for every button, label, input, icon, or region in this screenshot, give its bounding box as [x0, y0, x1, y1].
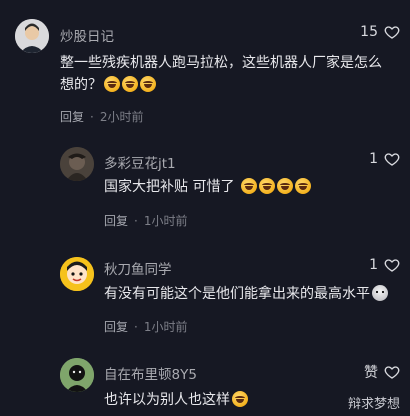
comment-item: 炒股日记 15 整一些残疾机器人跑马拉松，这些机器人厂家是怎么想的？ 回复 · 2小…: [0, 0, 410, 130]
avatar[interactable]: [60, 257, 94, 291]
comment-time: 2小时前: [99, 110, 144, 124]
comment-meta: 回复 · 1小时前: [104, 212, 187, 229]
like-count: 15: [360, 24, 378, 40]
heart-icon: [384, 26, 400, 39]
separator-dot: ·: [134, 214, 138, 228]
heart-icon: [384, 366, 400, 379]
reply-comment-item: 秋刀鱼同学 1 有没有可能这个是他们能拿出来的最高水平 回复 · 1小时前: [0, 250, 410, 350]
laugh-emoji-icon: [232, 391, 248, 407]
laugh-emoji-icon: [122, 76, 138, 92]
laugh-emoji-icon: [258, 178, 275, 194]
heart-icon: [384, 153, 400, 166]
reply-button[interactable]: 回复: [104, 214, 128, 228]
like-button[interactable]: 1: [369, 257, 400, 273]
like-count: 1: [369, 257, 378, 273]
laugh-emoji-icon: [140, 76, 156, 92]
reply-button[interactable]: 回复: [60, 110, 84, 124]
like-button[interactable]: 15: [360, 24, 400, 40]
like-count: 1: [369, 151, 378, 167]
avatar[interactable]: [60, 147, 94, 181]
reply-button[interactable]: 回复: [104, 320, 128, 334]
overlay-tag: 辩求梦想: [347, 397, 400, 412]
heart-icon: [384, 259, 400, 272]
comment-time: 1小时前: [143, 214, 188, 228]
laugh-emoji-icon: [276, 178, 293, 194]
comment-text: 国家大把补贴 可惜了: [104, 176, 399, 198]
comment-text: 也许以为别人也这样: [104, 389, 324, 411]
reply-comment-item: 多彩豆花jt1 1 国家大把补贴 可惜了 回复 · 1小时前: [0, 140, 410, 240]
comment-meta: 回复 · 1小时前: [104, 318, 187, 335]
avatar[interactable]: [15, 19, 49, 53]
like-label: 赞: [364, 365, 378, 381]
cat-emoji-icon: [372, 285, 388, 301]
comment-username[interactable]: 秋刀鱼同学: [104, 258, 172, 278]
comment-time: 1小时前: [143, 320, 188, 334]
separator-dot: ·: [134, 320, 138, 334]
like-button[interactable]: 赞: [364, 362, 400, 382]
like-button[interactable]: 1: [369, 151, 400, 167]
comment-meta: 回复 · 2小时前: [60, 108, 143, 125]
comment-text: 有没有可能这个是他们能拿出来的最高水平: [104, 283, 404, 305]
laugh-emoji-icon: [294, 178, 311, 194]
reply-comment-item: 自在布里顿8Y5 赞 也许以为别人也这样 辩求梦想: [0, 355, 410, 416]
avatar[interactable]: [60, 358, 94, 392]
separator-dot: ·: [90, 110, 94, 124]
comment-username[interactable]: 自在布里顿8Y5: [104, 363, 197, 383]
comment-username[interactable]: 多彩豆花jt1: [104, 152, 176, 172]
laugh-emoji-icon: [104, 76, 120, 92]
comment-text: 整一些残疾机器人跑马拉松，这些机器人厂家是怎么想的？: [60, 55, 382, 93]
comment-username[interactable]: 炒股日记: [60, 25, 114, 45]
laugh-emoji-icon: [240, 178, 257, 194]
